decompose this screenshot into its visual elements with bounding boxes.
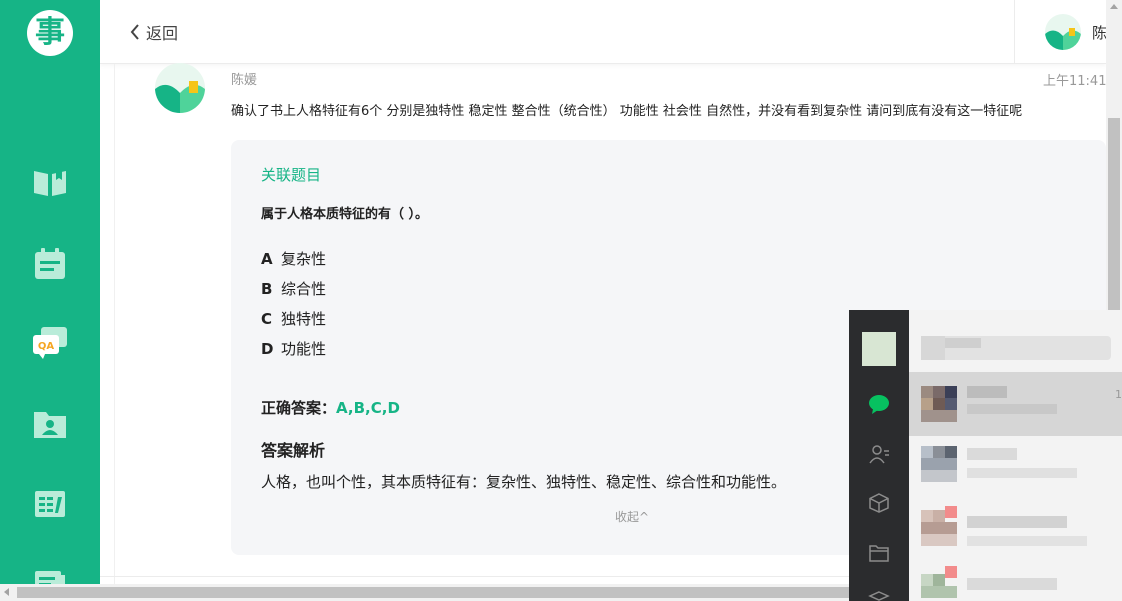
left-sidebar: 事 QA: [0, 0, 100, 593]
option-key: B: [261, 280, 273, 298]
box-icon[interactable]: [867, 588, 891, 601]
chat-unread-count: 1: [1115, 388, 1122, 401]
chat-search-input[interactable]: [921, 336, 1111, 360]
calendar-icon[interactable]: [30, 246, 70, 282]
book-icon[interactable]: [30, 165, 70, 201]
option-a: A 复杂性: [261, 248, 326, 269]
chat-bubble-icon[interactable]: [867, 392, 891, 416]
vertical-scroll-thumb[interactable]: [1108, 118, 1120, 318]
list-item[interactable]: [909, 506, 1122, 570]
correct-answer-label: 正确答案：: [261, 399, 337, 417]
calculator-icon[interactable]: [30, 486, 70, 522]
analysis-text: 人格，也叫个性，其本质特征有：复杂性、独特性、稳定性、综合性和功能性。: [261, 473, 787, 491]
option-text: 功能性: [281, 340, 327, 358]
list-item[interactable]: [909, 372, 1122, 436]
cube-icon[interactable]: [867, 491, 891, 515]
list-item[interactable]: [909, 566, 1122, 601]
option-d: D 功能性: [261, 338, 326, 359]
message-avatar: [155, 63, 205, 113]
option-text: 综合性: [281, 280, 327, 298]
option-text: 复杂性: [281, 250, 327, 268]
message-text: 确认了书上人格特征有6个 分别是独特性 稳定性 整合性（统合性） 功能性 社会性…: [231, 104, 1023, 119]
related-question-label: 关联题目: [261, 166, 322, 184]
option-key: A: [261, 250, 273, 268]
option-key: C: [261, 310, 273, 328]
question-stem: 属于人格本质特征的有（ ）。: [261, 207, 429, 222]
chat-self-avatar[interactable]: [862, 332, 896, 366]
content-divider: [114, 64, 115, 584]
back-label: 返回: [146, 24, 179, 43]
user-name[interactable]: 陈: [1092, 22, 1106, 43]
option-text: 独特性: [281, 310, 327, 328]
svg-text:QA: QA: [38, 341, 55, 352]
list-item[interactable]: [909, 442, 1122, 506]
chat-list: 1: [909, 310, 1122, 601]
chat-window: 1: [849, 310, 1122, 601]
folder-icon[interactable]: [867, 541, 891, 565]
option-c: C 独特性: [261, 308, 326, 329]
contacts-icon[interactable]: [867, 442, 891, 466]
header-divider: [1014, 0, 1015, 64]
message-author: 陈媛: [231, 73, 258, 88]
user-avatar[interactable]: [1045, 14, 1081, 50]
qa-icon[interactable]: QA: [30, 325, 70, 361]
top-header: 返回 陈: [100, 0, 1106, 64]
horizontal-scroll-thumb[interactable]: [17, 587, 877, 598]
chat-icon-rail: [849, 310, 909, 601]
app-logo[interactable]: 事: [27, 10, 73, 56]
message-time: 上午11:41: [1043, 74, 1106, 89]
folder-user-icon[interactable]: [30, 406, 70, 442]
correct-answer: 正确答案：A,B,C,D: [261, 397, 400, 418]
chevron-left-icon: [130, 24, 139, 40]
correct-answer-value: A,B,C,D: [336, 399, 400, 417]
scroll-left-arrow-icon[interactable]: [4, 588, 9, 596]
option-b: B 综合性: [261, 278, 326, 299]
back-button[interactable]: 返回: [130, 20, 178, 44]
collapse-button[interactable]: 收起^: [615, 508, 649, 525]
scroll-up-arrow-icon[interactable]: [1110, 4, 1118, 9]
analysis-title: 答案解析: [261, 441, 326, 460]
option-key: D: [261, 340, 274, 358]
